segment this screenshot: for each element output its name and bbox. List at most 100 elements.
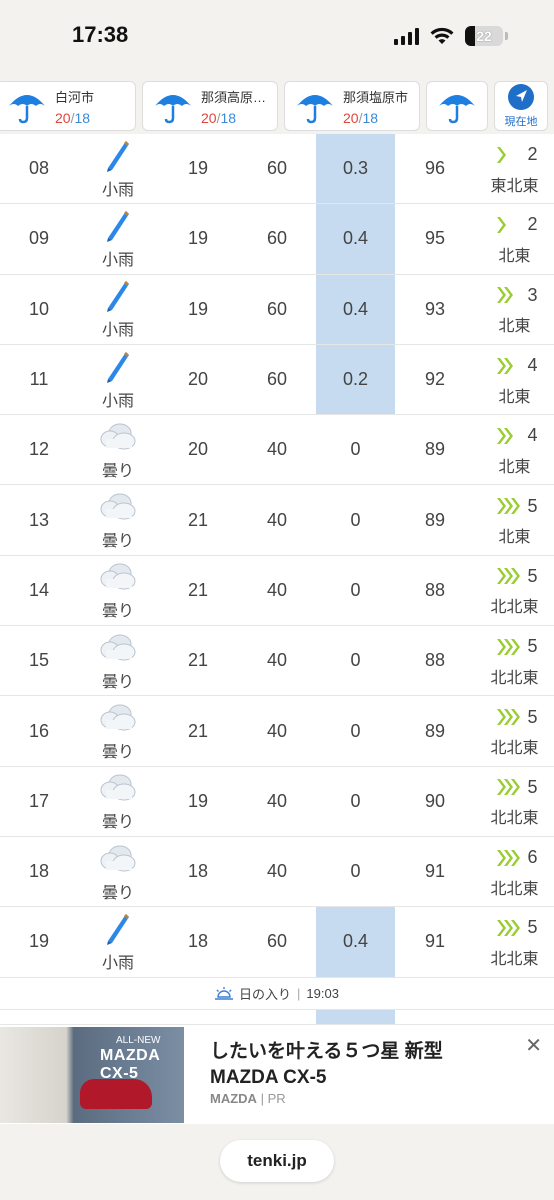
wind-arrow-icon (497, 568, 521, 585)
location-card-nasu-kogen[interactable]: 那須高原… 20/18 (142, 81, 278, 131)
table-row: 14 曇り 21 40 0 88 5 北北東 (0, 556, 554, 627)
location-card-nasushiobara[interactable]: 那須塩原市 20/18 (284, 81, 420, 131)
weather-label: 小雨 (101, 181, 134, 199)
precipitation-cell: 0 (350, 650, 361, 671)
wind-cell: 5 北北東 (475, 696, 554, 765)
weather-label: 曇り (101, 673, 134, 691)
weather-label: 曇り (101, 603, 134, 621)
weather-label: 曇り (101, 884, 134, 902)
table-row: 08 小雨 19 60 0.3 96 2 東北東 (0, 134, 554, 205)
precipitation-cell: 0 (350, 790, 361, 811)
ad-banner[interactable]: ALL-NEW MAZDA CX-5 したいを叶える５つ星 新型MAZDA CX… (0, 1024, 554, 1124)
battery-tip (505, 32, 508, 40)
cloud-icon (100, 845, 136, 872)
hour-cell: 14 (28, 579, 50, 600)
status-indicators: 22 (394, 26, 508, 46)
precip-probability-cell: 60 (266, 158, 288, 179)
humidity-cell: 91 (424, 861, 446, 882)
precip-probability-cell: 40 (266, 509, 288, 530)
temperature-cell: 19 (187, 228, 209, 249)
temperature-cell: 18 (187, 861, 209, 882)
weather-label: 曇り (101, 814, 134, 832)
url-bar[interactable]: tenki.jp (220, 1140, 334, 1182)
close-icon[interactable]: ✕ (525, 1033, 542, 1058)
weather-cell: 小雨 (78, 134, 158, 203)
wind-direction: 北北東 (490, 810, 539, 828)
precip-probability-cell: 40 (266, 650, 288, 671)
wind-direction: 北北東 (490, 740, 539, 758)
hour-cell: 18 (28, 861, 50, 882)
table-row: 12 曇り 20 40 0 89 4 北東 (0, 415, 554, 486)
wind-arrow-icon (497, 709, 521, 726)
sunset-icon (215, 986, 234, 1000)
weather-cell: 小雨 (78, 345, 158, 414)
cloud-icon (100, 774, 136, 801)
hour-cell: 16 (28, 720, 50, 741)
weather-cell: 曇り (78, 415, 158, 484)
ad-image-tag: ALL-NEW (116, 1035, 161, 1046)
umbrella-icon (297, 95, 333, 124)
precipitation-cell: 0.4 (316, 204, 395, 274)
wind-arrow-icon (497, 427, 514, 444)
weather-label: 曇り (101, 744, 134, 762)
hour-cell: 17 (28, 790, 50, 811)
precip-probability-cell: 40 (266, 439, 288, 460)
weather-cell: 曇り (78, 837, 158, 906)
table-row: 18 曇り 18 40 0 91 6 北北東 (0, 837, 554, 908)
precip-probability-cell: 40 (266, 720, 288, 741)
wind-cell: 5 北東 (475, 485, 554, 554)
temperature-cell: 21 (187, 720, 209, 741)
wind-speed: 5 (527, 706, 538, 727)
ad-title[interactable]: したいを叶える５つ星 新型MAZDA CX-5 (210, 1039, 510, 1091)
high-temp: 20 (55, 109, 71, 126)
low-temp: 18 (220, 109, 237, 126)
table-row: 10 小雨 19 60 0.4 93 3 北東 (0, 274, 554, 345)
humidity-cell: 93 (424, 298, 446, 319)
wind-arrow-icon (497, 849, 521, 866)
weather-cell: 小雨 (78, 204, 158, 273)
table-row: 11 小雨 20 60 0.2 92 4 北東 (0, 344, 554, 416)
temperature-cell: 20 (187, 439, 209, 460)
high-temp: 20 (343, 109, 359, 126)
wind-cell: 5 北北東 (475, 907, 554, 976)
precip-probability-cell: 60 (266, 369, 288, 390)
status-bar: 17:38 22 (0, 0, 554, 78)
temperature-cell: 18 (187, 931, 209, 952)
temperature-cell: 21 (187, 579, 209, 600)
umbrella-closed-icon (107, 210, 129, 242)
weather-cell: 小雨 (78, 275, 158, 344)
ad-brand: MAZDA | PR (210, 1091, 286, 1106)
weather-cell: 曇り (78, 485, 158, 554)
location-card-partial[interactable] (426, 81, 488, 131)
weather-label: 小雨 (101, 392, 134, 410)
weather-cell: 曇り (78, 626, 158, 695)
table-row: 16 曇り 21 40 0 89 5 北北東 (0, 696, 554, 767)
wind-arrow-icon (497, 919, 521, 936)
wind-speed: 4 (527, 425, 538, 446)
wind-cell: 2 東北東 (475, 134, 554, 203)
location-card-shirakawa[interactable]: 白河市 20/18 (0, 81, 136, 131)
humidity-cell: 96 (424, 158, 446, 179)
hour-cell: 12 (28, 439, 50, 460)
wind-arrow-icon (497, 498, 521, 515)
hour-cell: 08 (28, 158, 50, 179)
wind-direction: 北北東 (490, 880, 539, 898)
ad-brand-sep: | (260, 1091, 264, 1106)
humidity-cell: 89 (424, 509, 446, 530)
table-row: 19 小雨 18 60 0.4 91 5 北北東 (0, 907, 554, 978)
table-row: 13 曇り 21 40 0 89 5 北東 (0, 485, 554, 556)
ad-pr-label: PR (267, 1091, 286, 1106)
ad-image[interactable]: ALL-NEW MAZDA CX-5 (0, 1027, 184, 1123)
temperature-cell: 19 (187, 298, 209, 319)
temperature-cell: 19 (187, 158, 209, 179)
current-location-button[interactable]: 現在地 (494, 81, 548, 131)
battery-icon: 22 (465, 26, 503, 46)
precipitation-cell: 0 (350, 579, 361, 600)
temperature-cell: 21 (187, 650, 209, 671)
wind-speed: 6 (527, 847, 538, 868)
precip-probability-cell: 40 (266, 579, 288, 600)
wind-cell: 5 北北東 (475, 556, 554, 625)
humidity-cell: 88 (424, 650, 446, 671)
cloud-icon (100, 493, 136, 520)
wind-cell: 5 北北東 (475, 767, 554, 836)
